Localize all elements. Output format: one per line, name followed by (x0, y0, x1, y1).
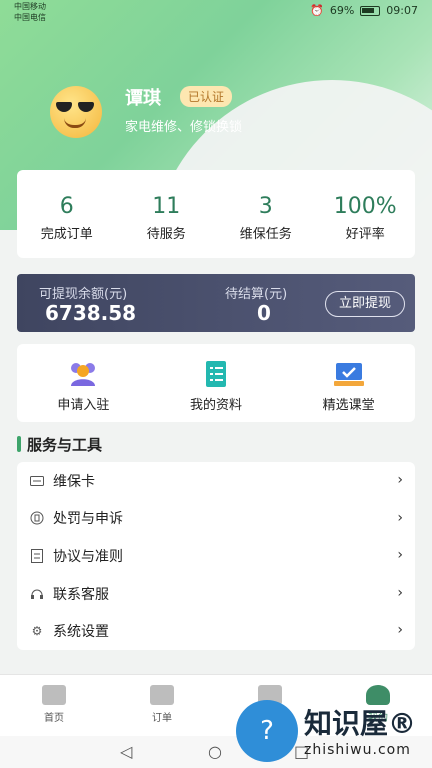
clock: 09:07 (386, 4, 418, 17)
penalty-icon (29, 510, 45, 526)
battery-percent: 69% (329, 4, 355, 17)
user-name: 谭琪 (125, 88, 161, 109)
quick-featured-class[interactable]: 精选课堂 (282, 344, 415, 422)
quick-label: 精选课堂 (322, 398, 375, 413)
sunglasses-icon (56, 102, 96, 112)
menu-label: 系统设置 (53, 624, 109, 641)
menu-system-settings[interactable]: ⚙ 系统设置 › (17, 612, 415, 650)
stat-value: 6 (59, 194, 74, 219)
menu-label: 维保卡 (53, 473, 95, 490)
avatar[interactable] (50, 86, 102, 138)
chevron-right-icon: › (397, 509, 403, 526)
verified-badge: 已认证 (180, 86, 233, 107)
menu-label: 处罚与申诉 (53, 511, 123, 528)
menu-customer-service[interactable]: 联系客服 › (17, 575, 415, 613)
quick-label: 申请入驻 (57, 398, 110, 413)
stat-completed-orders[interactable]: 6 完成订单 (17, 170, 117, 258)
stat-positive-rate[interactable]: 100% 好评率 (316, 170, 416, 258)
tab-home[interactable]: 首页 (0, 675, 108, 736)
home-circle-icon[interactable]: ○ (208, 742, 222, 761)
stat-label: 完成订单 (40, 227, 93, 242)
status-right: ⏰ 69% 09:07 (310, 4, 418, 17)
balance-card: 可提现余额(元) 6738.58 待结算(元) 0 立即提现 (17, 274, 415, 332)
quick-my-profile[interactable]: 我的资料 (150, 344, 283, 422)
carrier-2: 中国电信 (14, 13, 46, 22)
question-monitor-icon: ? (236, 700, 298, 762)
chevron-right-icon: › (397, 547, 403, 564)
stat-value: 100% (333, 194, 397, 219)
back-icon[interactable]: ◁ (120, 742, 132, 761)
classroom-icon (333, 360, 364, 388)
stat-maintenance-tasks[interactable]: 3 维保任务 (216, 170, 316, 258)
menu-label: 联系客服 (53, 586, 109, 603)
watermark: ? 知识屋® zhishiwu.com (236, 700, 432, 768)
gear-icon: ⚙ (31, 624, 43, 639)
order-icon (150, 685, 174, 705)
card-icon (29, 473, 45, 489)
smile-icon (64, 118, 86, 128)
pending-settlement-label: 待结算(元) (225, 287, 288, 302)
chevron-right-icon: › (397, 584, 403, 601)
available-balance-value: 6738.58 (45, 301, 137, 325)
stat-value: 11 (152, 194, 181, 219)
battery-icon (360, 5, 381, 16)
menu-label: 协议与准则 (53, 548, 123, 565)
menu-maintenance-card[interactable]: 维保卡 › (17, 462, 415, 500)
carrier-1: 中国移动 (14, 2, 46, 11)
watermark-subtitle: zhishiwu.com (304, 742, 411, 758)
chevron-right-icon: › (397, 622, 403, 639)
tab-label: 订单 (152, 713, 172, 724)
tab-orders[interactable]: 订单 (108, 675, 216, 736)
tab-label: 首页 (44, 713, 64, 724)
menu-penalty-appeal[interactable]: 处罚与申诉 › (17, 500, 415, 538)
stat-label: 维保任务 (239, 227, 292, 242)
services-menu: 维保卡 › 处罚与申诉 › 协议与准则 › 联系客服 › ⚙ 系统设置 › (17, 462, 415, 650)
quick-actions: 申请入驻 我的资料 精选课堂 (17, 344, 415, 422)
quick-label: 我的资料 (190, 398, 243, 413)
agreement-icon (29, 548, 45, 564)
chevron-right-icon: › (397, 472, 403, 488)
available-balance-label: 可提现余额(元) (39, 287, 128, 302)
withdraw-button[interactable]: 立即提现 (325, 291, 405, 317)
document-icon (201, 360, 231, 388)
stat-label: 好评率 (345, 227, 385, 242)
stat-value: 3 (258, 194, 273, 219)
alarm-icon: ⏰ (310, 4, 324, 17)
stat-label: 待服务 (146, 227, 186, 242)
pending-settlement-value: 0 (257, 301, 271, 325)
headset-icon (29, 586, 45, 602)
stat-pending-service[interactable]: 11 待服务 (117, 170, 217, 258)
watermark-title: 知识屋® (304, 707, 417, 740)
section-title: 服务与工具 (17, 434, 102, 455)
carrier-info: 中国移动 中国电信 (14, 1, 46, 23)
user-description: 家电维修、修锁换锁 (125, 120, 243, 135)
menu-agreements[interactable]: 协议与准则 › (17, 537, 415, 575)
users-icon (68, 360, 98, 388)
stats-card: 6 完成订单 11 待服务 3 维保任务 100% 好评率 (17, 170, 415, 258)
home-icon (42, 685, 66, 705)
quick-apply-join[interactable]: 申请入驻 (17, 344, 150, 422)
status-bar: 中国移动 中国电信 ⏰ 69% 09:07 (0, 0, 432, 24)
